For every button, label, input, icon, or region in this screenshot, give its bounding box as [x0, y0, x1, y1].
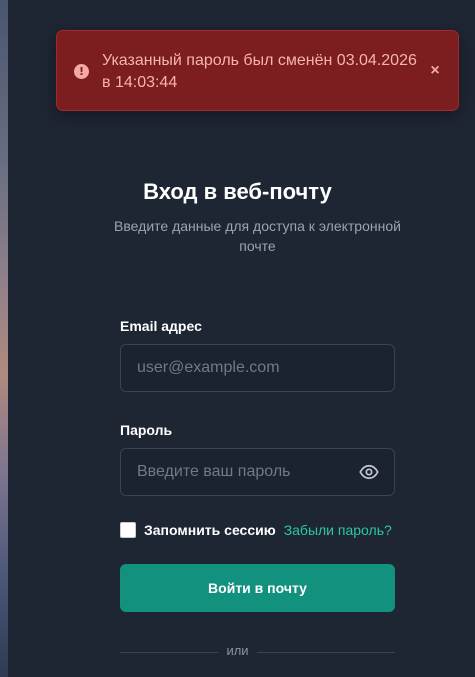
login-submit-button[interactable]: Войти в почту — [120, 564, 395, 612]
forgot-password-link[interactable]: Забыли пароль? — [284, 522, 392, 538]
page-subtitle: Введите данные для доступа к электронной… — [114, 218, 401, 254]
password-label: Пароль — [120, 422, 173, 438]
remember-row: Запомнить сессию Забыли пароль? — [120, 520, 392, 540]
show-password-eye-icon[interactable] — [358, 462, 380, 482]
password-field-wrapper — [120, 448, 395, 496]
or-divider: или — [0, 642, 475, 660]
remember-session-label[interactable]: Запомнить сессию — [144, 522, 276, 538]
background-image-edge — [0, 0, 8, 677]
email-label: Email адрес — [120, 318, 202, 334]
toast-message: Указанный пароль был сменён 03.04.2026 в… — [102, 52, 417, 91]
page-title: Вход в веб-почту — [143, 179, 332, 204]
email-input[interactable] — [121, 345, 394, 391]
password-input[interactable] — [121, 449, 394, 495]
login-page: Указанный пароль был сменён 03.04.2026 в… — [0, 0, 475, 677]
alert-circle-icon — [74, 64, 89, 79]
or-divider-label: или — [218, 643, 257, 658]
email-field-wrapper — [120, 344, 395, 392]
remember-session-checkbox[interactable] — [120, 522, 136, 538]
error-toast: Указанный пароль был сменён 03.04.2026 в… — [56, 30, 459, 111]
toast-close-button[interactable]: × — [428, 62, 442, 80]
